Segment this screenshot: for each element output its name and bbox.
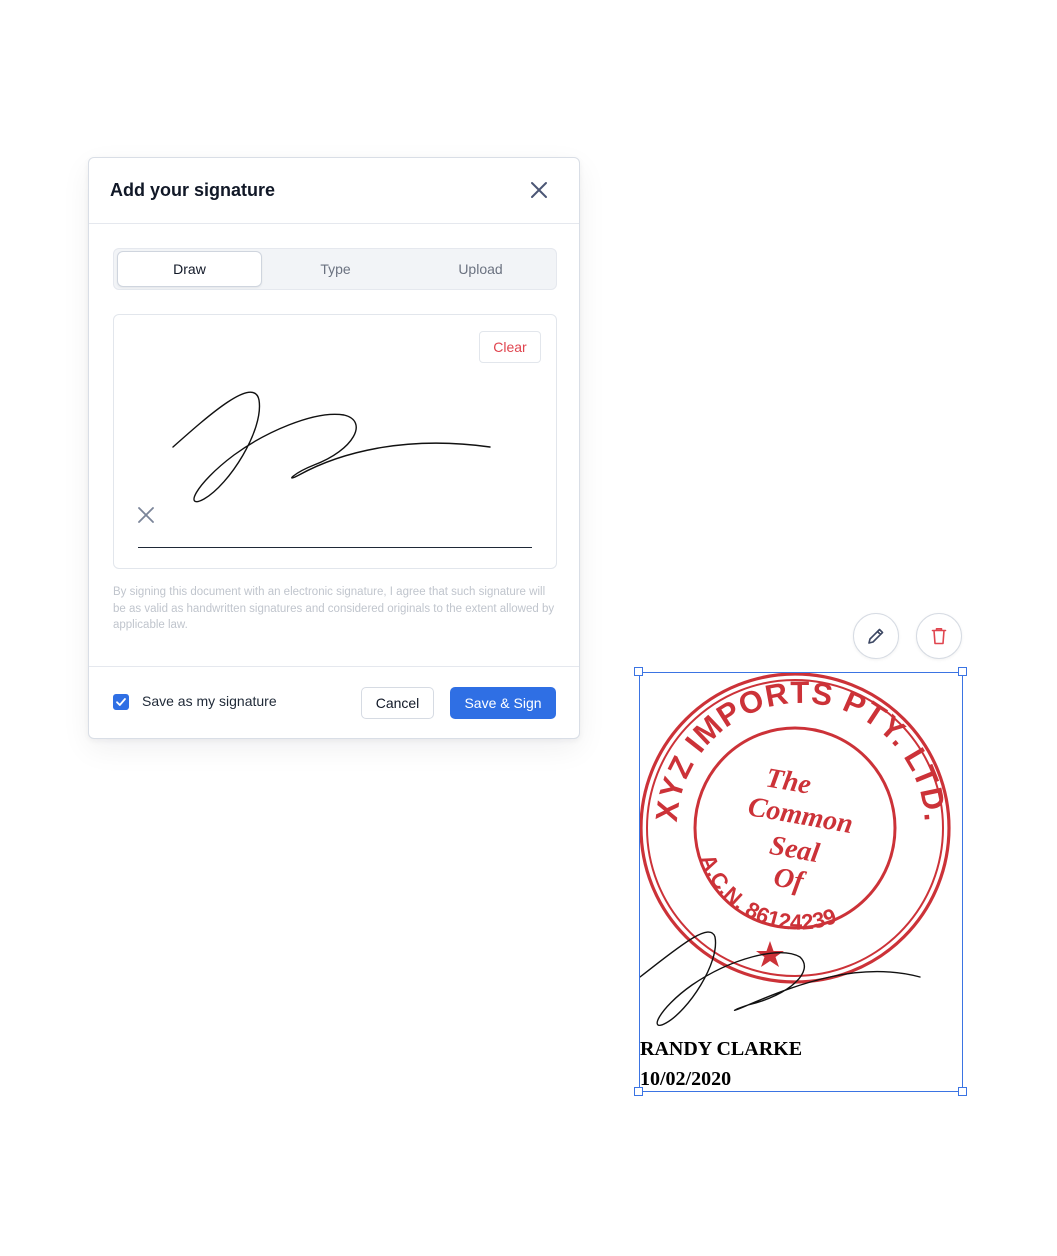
delete-button[interactable] [916,613,962,659]
tab-upload[interactable]: Upload [408,251,553,287]
signature-mode-tabs: Draw Type Upload [113,248,557,290]
save-signature-checkbox[interactable] [113,694,129,710]
modal-header: Add your signature [89,158,579,224]
tab-type[interactable]: Type [263,251,408,287]
close-icon[interactable] [527,178,551,202]
selection-box[interactable] [639,672,963,1092]
save-and-sign-button[interactable]: Save & Sign [450,687,556,719]
signature-drawing-canvas[interactable]: Clear [113,314,557,569]
save-signature-label: Save as my signature [142,693,277,709]
resize-handle-bottom-right[interactable] [958,1087,967,1096]
trash-icon [931,628,947,645]
modal-footer: Save as my signature Cancel Save & Sign [89,666,579,741]
resize-handle-top-right[interactable] [958,667,967,676]
clear-button[interactable]: Clear [479,331,541,363]
tab-draw[interactable]: Draw [117,251,262,287]
x-mark-icon [136,505,156,525]
legal-disclaimer: By signing this document with an electro… [113,586,555,631]
cancel-button[interactable]: Cancel [361,687,434,719]
signature-modal: Add your signature Draw Type Upload Clea… [88,157,580,739]
signature-baseline [138,547,532,548]
checkmark-icon [116,698,126,706]
resize-handle-bottom-left[interactable] [634,1087,643,1096]
pencil-icon [868,628,884,644]
resize-handle-top-left[interactable] [634,667,643,676]
modal-title: Add your signature [110,180,276,200]
edit-button[interactable] [853,613,899,659]
